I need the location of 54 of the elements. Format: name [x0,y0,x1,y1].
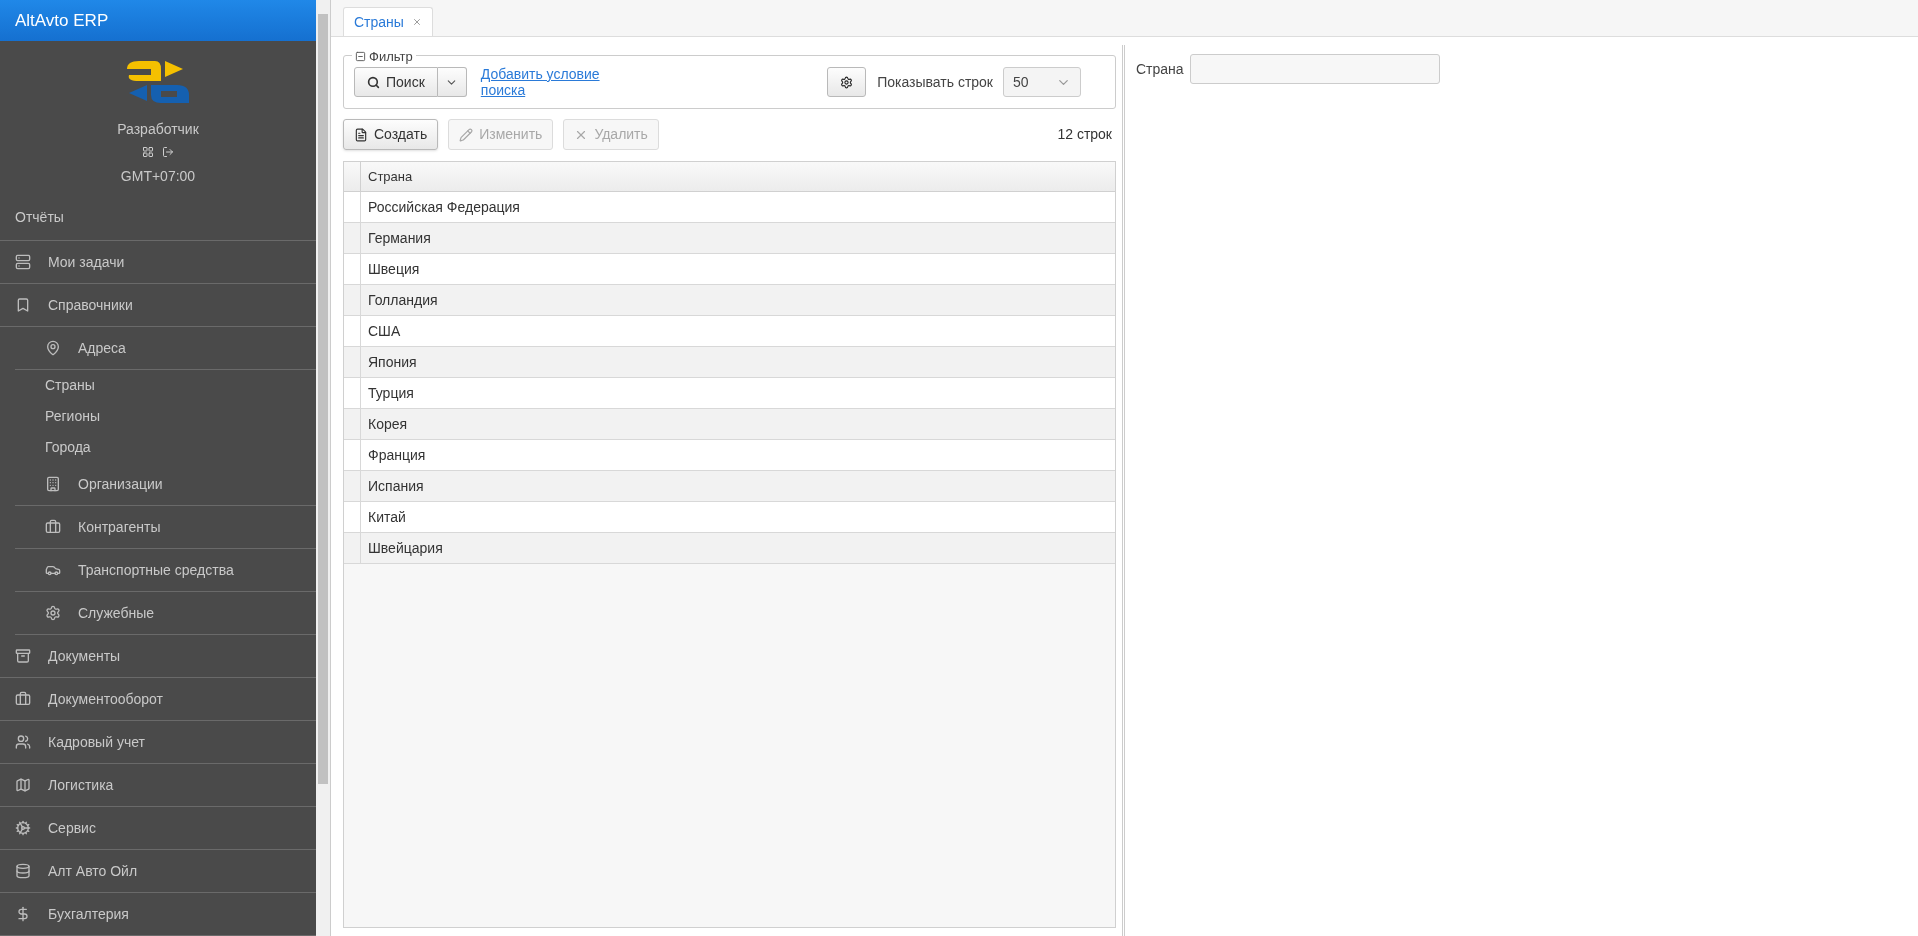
database-icon [15,863,31,879]
search-button[interactable]: Поиск [354,67,438,97]
sidebar-link[interactable]: Города [45,437,91,458]
sidebar-item[interactable]: Сервис [48,817,96,839]
sidebar-link[interactable]: Страны [45,375,95,396]
bookmark-icon [15,297,31,313]
briefcase-icon [45,519,61,535]
dollar-icon [15,906,31,922]
archive-icon [15,648,31,664]
users-icon [15,734,31,750]
close-icon[interactable] [411,17,422,27]
sidebar-item[interactable]: Кадровый учет [48,731,145,753]
toolbar-button[interactable]: Создать [343,119,439,150]
sidebar-item[interactable]: Логистика [48,774,114,796]
rows-select[interactable]: 50 [1003,67,1081,97]
briefcase-icon [15,691,31,707]
sidebar-item[interactable]: Мои задачи [48,251,125,273]
sidebar-item[interactable]: Алт Авто Ойл [48,860,138,882]
document-icon [354,127,368,142]
building-icon [45,476,61,492]
map-pin-icon [45,340,61,356]
user-name: Разработчик [117,120,199,139]
app-title: AltAvto ERP [15,9,109,32]
rows-label: Показывать строк [877,72,993,92]
pencil-icon [459,127,474,142]
server-icon [15,254,31,270]
sidebar-item[interactable]: Служебные [78,602,155,624]
grid-icon[interactable] [142,146,154,158]
row-count: 12 строк [1057,125,1112,144]
sidebar-item[interactable]: Контрагенты [78,516,161,538]
input-field[interactable] [1189,54,1440,84]
search-icon [367,75,380,89]
filter-legend: Фильтр [369,47,413,67]
sidebar-item[interactable]: Транспортные средства [78,559,234,581]
logo-icon [125,59,191,105]
sidebar-link[interactable]: Регионы [45,406,100,427]
sidebar-item[interactable]: Бухгалтерия [48,903,129,925]
sidebar-item[interactable]: Документы [48,645,121,667]
add-condition-link[interactable]: Добавить условие поиска [480,66,621,98]
tab[interactable]: Страны [343,7,433,36]
settings-button[interactable] [827,67,867,97]
field-label: Страна [1136,59,1184,79]
sidebar-item[interactable]: Организации [78,473,163,495]
settings-icon [840,75,854,89]
logout-icon[interactable] [162,146,174,158]
gear-icon [45,605,61,621]
timezone: GMT+07:00 [120,167,196,186]
map-icon [15,777,31,793]
sidebar-section[interactable]: Отчёты [15,207,64,228]
sidebar-item[interactable]: Справочники [48,294,133,316]
sidebar-item[interactable]: Документооборот [48,688,163,710]
sidebar-item[interactable]: Адреса [78,337,126,359]
collapse-icon[interactable] [355,51,366,63]
gears-icon [15,820,31,836]
